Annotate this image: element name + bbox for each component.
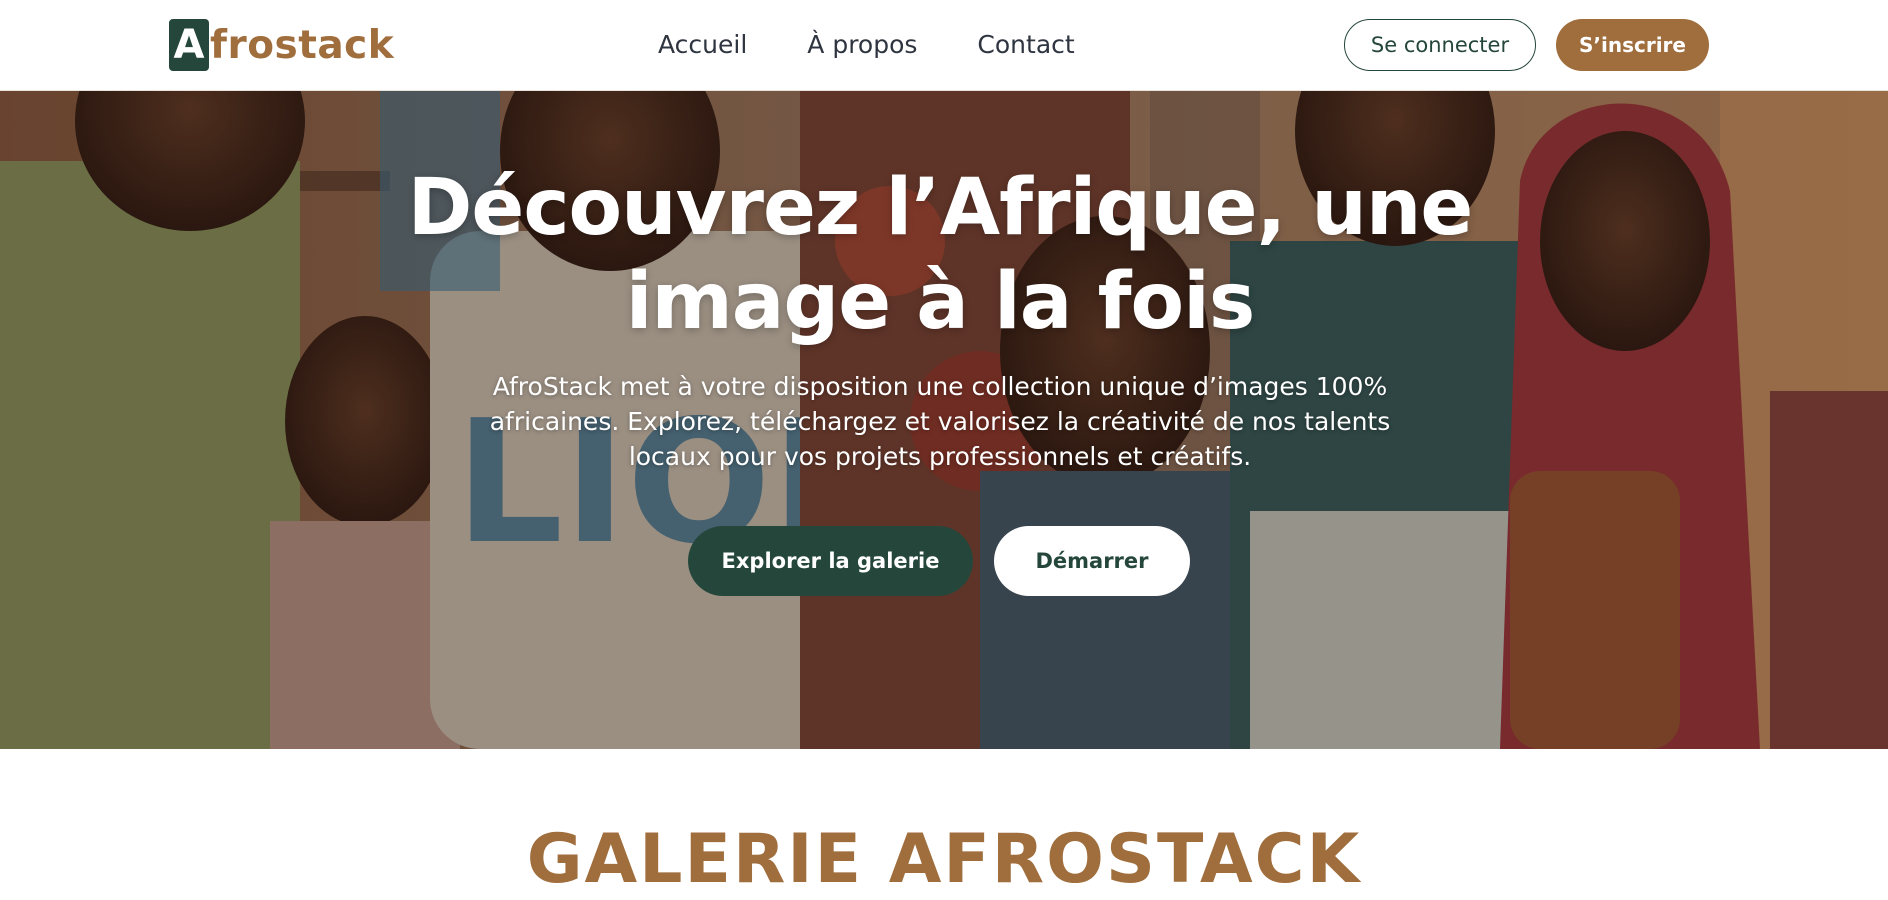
login-button[interactable]: Se connecter <box>1344 19 1536 71</box>
site-header: A frostack Accueil À propos Contact Se c… <box>0 0 1888 91</box>
gallery-title: GALERIE AFROSTACK <box>526 820 1362 899</box>
nav-contact[interactable]: Contact <box>977 28 1074 62</box>
afrostack-logo[interactable]: A frostack <box>169 19 394 71</box>
nav-accueil[interactable]: Accueil <box>658 28 747 62</box>
nav-a-propos[interactable]: À propos <box>807 28 917 62</box>
logo-text: frostack <box>210 22 395 68</box>
hero-section: LIONS Découvrez l’Afrique, une image à l… <box>0 91 1888 749</box>
start-button[interactable]: Démarrer <box>994 526 1190 596</box>
hero-description: AfroStack met à votre disposition une co… <box>489 372 1391 471</box>
logo-mark-icon: A <box>169 19 209 71</box>
signup-button[interactable]: S’inscrire <box>1556 19 1709 71</box>
explore-gallery-button[interactable]: Explorer la galerie <box>688 526 973 596</box>
hero-title: Découvrez l’Afrique, une image à la fois <box>407 163 1474 347</box>
main-nav: Accueil À propos Contact <box>658 28 1075 62</box>
